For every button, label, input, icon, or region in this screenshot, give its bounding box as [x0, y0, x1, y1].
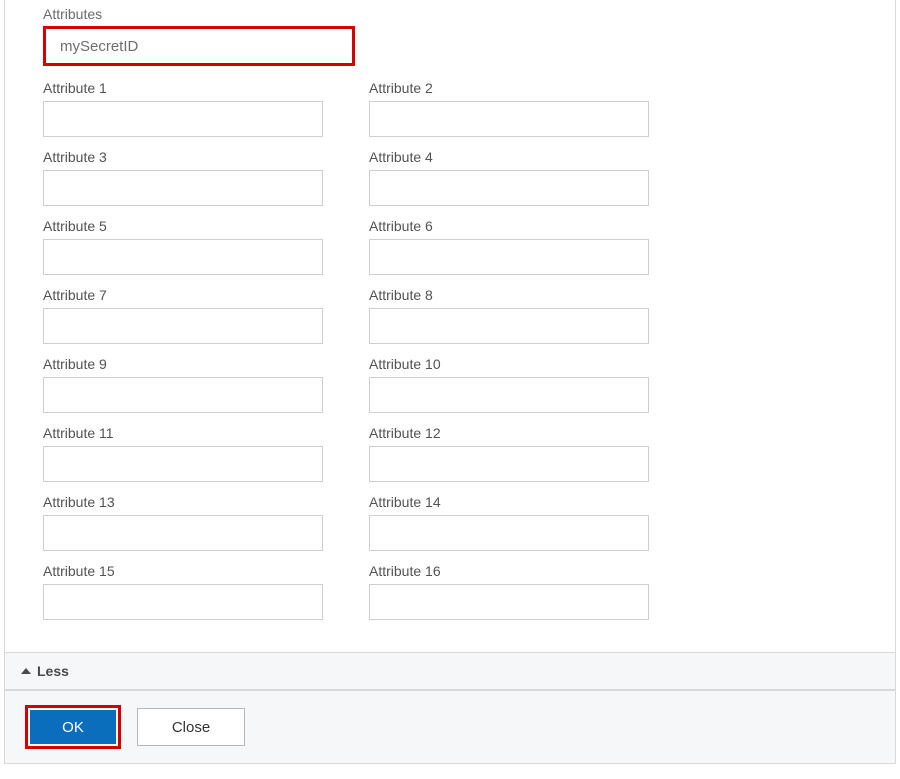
attribute-input[interactable] — [43, 584, 323, 620]
attribute-label: Attribute 4 — [369, 149, 649, 165]
attribute-label: Attribute 2 — [369, 80, 649, 96]
attribute-label: Attribute 10 — [369, 356, 649, 372]
attribute-block: Attribute 10 — [369, 356, 649, 413]
attribute-input[interactable] — [369, 101, 649, 137]
attribute-input[interactable] — [369, 584, 649, 620]
attribute-input[interactable] — [43, 377, 323, 413]
attribute-label: Attribute 9 — [43, 356, 323, 372]
attribute-block: Attribute 14 — [369, 494, 649, 551]
attribute-label: Attribute 14 — [369, 494, 649, 510]
attribute-label: Attribute 6 — [369, 218, 649, 234]
attribute-block: Attribute 3 — [43, 149, 323, 206]
attributes-panel: Attributes mySecretID Attribute 1Attribu… — [4, 0, 896, 690]
close-button[interactable]: Close — [137, 708, 245, 746]
attribute-input[interactable] — [369, 239, 649, 275]
attribute-label: Attribute 1 — [43, 80, 323, 96]
attribute-block: Attribute 7 — [43, 287, 323, 344]
attribute-label: Attribute 7 — [43, 287, 323, 303]
attributes-section-label: Attributes — [5, 0, 895, 26]
attribute-block: Attribute 9 — [43, 356, 323, 413]
dialog-footer: OK Close — [4, 690, 896, 764]
attribute-block: Attribute 4 — [369, 149, 649, 206]
attribute-input[interactable] — [369, 170, 649, 206]
collapse-toggle[interactable]: Less — [5, 652, 895, 689]
ok-button[interactable]: OK — [30, 710, 116, 744]
attribute-block: Attribute 2 — [369, 80, 649, 137]
attribute-block: Attribute 11 — [43, 425, 323, 482]
attribute-label: Attribute 5 — [43, 218, 323, 234]
attribute-label: Attribute 3 — [43, 149, 323, 165]
attribute-label: Attribute 15 — [43, 563, 323, 579]
attributes-grid: Attribute 1 Attribute 2 Attribute 3 Attribu… — [5, 80, 895, 652]
attribute-block: Attribute 13 — [43, 494, 323, 551]
attribute-input[interactable] — [43, 239, 323, 275]
collapse-label: Less — [37, 663, 69, 679]
attribute-label: Attribute 8 — [369, 287, 649, 303]
collapse-up-icon — [21, 668, 31, 674]
attribute-block: Attribute 8 — [369, 287, 649, 344]
attribute-block: Attribute 16 — [369, 563, 649, 620]
attribute-input[interactable] — [369, 446, 649, 482]
attribute-input[interactable] — [369, 515, 649, 551]
attribute-label: Attribute 13 — [43, 494, 323, 510]
attribute-label: Attribute 11 — [43, 425, 323, 441]
ok-highlight: OK — [25, 705, 121, 749]
attribute-input[interactable] — [43, 101, 323, 137]
secret-id-row: mySecretID — [5, 26, 895, 80]
attribute-label: Attribute 16 — [369, 563, 649, 579]
secret-id-value: mySecretID — [60, 38, 138, 55]
attribute-input[interactable] — [43, 515, 323, 551]
attribute-block: Attribute 5 — [43, 218, 323, 275]
attribute-input[interactable] — [43, 308, 323, 344]
attribute-input[interactable] — [369, 377, 649, 413]
attribute-block: Attribute 1 — [43, 80, 323, 137]
attribute-input[interactable] — [43, 446, 323, 482]
attribute-block: Attribute 6 — [369, 218, 649, 275]
attribute-block: Attribute 15 — [43, 563, 323, 620]
attribute-block: Attribute 12 — [369, 425, 649, 482]
attribute-input[interactable] — [369, 308, 649, 344]
attribute-label: Attribute 12 — [369, 425, 649, 441]
attribute-input[interactable] — [43, 170, 323, 206]
secret-id-field[interactable]: mySecretID — [43, 26, 355, 66]
